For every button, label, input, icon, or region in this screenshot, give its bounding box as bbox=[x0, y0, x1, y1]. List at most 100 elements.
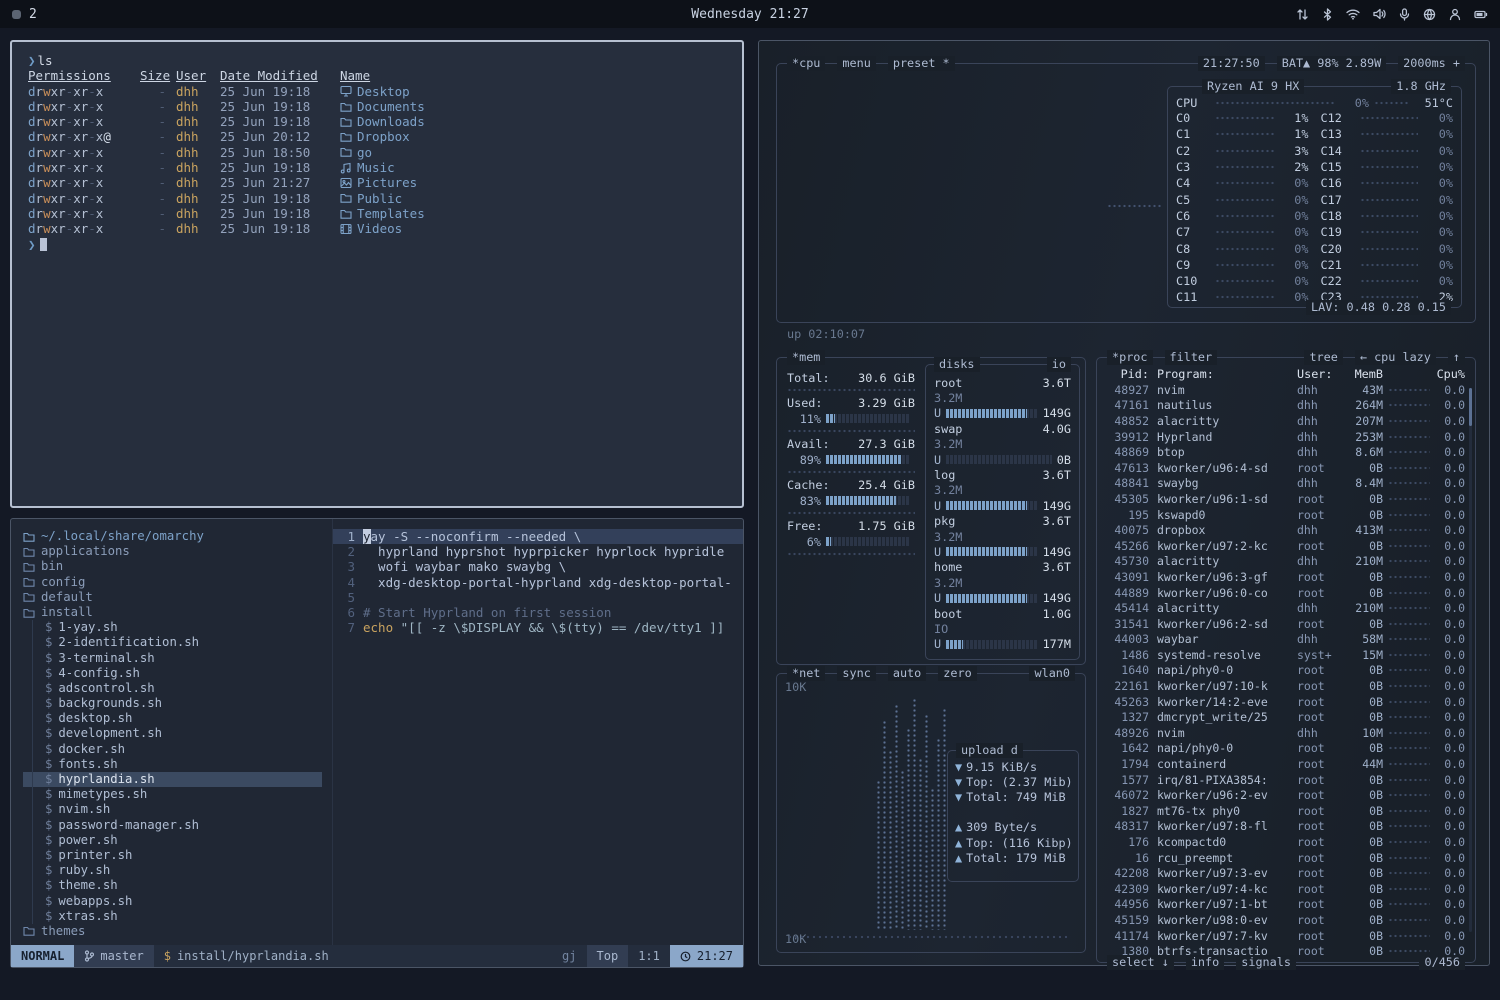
cpu-status-chip[interactable]: 21:27:50 bbox=[1198, 56, 1265, 71]
process-row[interactable]: 195kswapd0 root0B 0.0 bbox=[1105, 507, 1465, 523]
process-row[interactable]: 176kcompactd0 root0B 0.0 bbox=[1105, 834, 1465, 850]
proc-chip[interactable]: filter bbox=[1165, 350, 1218, 365]
process-row[interactable]: 1642napi/phy0-0 root0B 0.0 bbox=[1105, 741, 1465, 757]
tree-folder[interactable]: themes bbox=[23, 924, 332, 939]
process-header-row[interactable]: Pid: Program: User: MemB Cpu% bbox=[1105, 366, 1465, 382]
ls-name[interactable]: Templates bbox=[340, 206, 726, 221]
process-row[interactable]: 1794containerd root44M 0.0 bbox=[1105, 756, 1465, 772]
btop-window[interactable]: *cpu menu preset * 21:27:50 BAT▲ 98% 2.89W 2… bbox=[758, 40, 1490, 966]
process-row[interactable]: 48869btop dhh8.6M 0.0 bbox=[1105, 444, 1465, 460]
tree-file[interactable]: $4-config.sh bbox=[23, 666, 332, 681]
code-buffer[interactable]: 1 yay -S --noconfirm --needed \ 2 hyprla… bbox=[333, 519, 743, 945]
volume-icon[interactable] bbox=[1373, 8, 1386, 20]
tree-folder[interactable]: install bbox=[23, 605, 332, 620]
process-row[interactable]: 47613kworker/u96:4-sd root0B 0.0 bbox=[1105, 460, 1465, 476]
ls-name[interactable]: Public bbox=[340, 191, 726, 206]
process-row[interactable]: 42309kworker/u97:4-kc root0B 0.0 bbox=[1105, 881, 1465, 897]
box-label[interactable]: preset * bbox=[888, 56, 955, 71]
process-row[interactable]: 48317kworker/u97:8-fl root0B 0.0 bbox=[1105, 819, 1465, 835]
tree-root[interactable]: ~/.local/share/omarchy bbox=[23, 529, 332, 544]
net-button[interactable]: auto bbox=[888, 666, 926, 681]
process-row[interactable]: 45263kworker/14:2-eve root0B 0.0 bbox=[1105, 694, 1465, 710]
process-row[interactable]: 45159kworker/u98:0-ev root0B 0.0 bbox=[1105, 912, 1465, 928]
proc-chip[interactable]: ← cpu lazy bbox=[1355, 350, 1436, 365]
process-row[interactable]: 1640napi/phy0-0 root0B 0.0 bbox=[1105, 663, 1465, 679]
tree-file[interactable]: $webapps.sh bbox=[23, 894, 332, 909]
tree-file[interactable]: $adscontrol.sh bbox=[23, 681, 332, 696]
process-row[interactable]: 16rcu_preempt root0B 0.0 bbox=[1105, 850, 1465, 866]
tree-file[interactable]: $mimetypes.sh bbox=[23, 787, 332, 802]
ls-name[interactable]: go bbox=[340, 145, 726, 160]
process-row[interactable]: 40075dropbox dhh413M 0.0 bbox=[1105, 522, 1465, 538]
process-row[interactable]: 1327dmcrypt_write/25 root0B 0.0 bbox=[1105, 709, 1465, 725]
proc-chip[interactable]: tree bbox=[1304, 350, 1342, 365]
process-row[interactable]: 46072kworker/u96:2-ev root0B 0.0 bbox=[1105, 787, 1465, 803]
proc-chip[interactable]: *proc bbox=[1107, 350, 1153, 365]
code-line[interactable]: 3 wofi waybar mako swaybg \ bbox=[333, 559, 743, 574]
tree-file[interactable]: $docker.sh bbox=[23, 742, 332, 757]
ls-name[interactable]: Music bbox=[340, 160, 726, 175]
user-icon[interactable] bbox=[1449, 8, 1461, 21]
process-row[interactable]: 43091kworker/u96:3-gf root0B 0.0 bbox=[1105, 569, 1465, 585]
code-line[interactable]: 1 yay -S --noconfirm --needed \ bbox=[333, 529, 743, 544]
process-row[interactable]: 47161nautilus dhh264M 0.0 bbox=[1105, 398, 1465, 414]
tree-file[interactable]: $1-yay.sh bbox=[23, 620, 332, 635]
memory-title[interactable]: *mem bbox=[787, 350, 825, 365]
code-line[interactable]: 2 hyprland hyprshot hyprpicker hyprlock … bbox=[333, 544, 743, 559]
tree-file[interactable]: $password-manager.sh bbox=[23, 818, 332, 833]
tree-file[interactable]: $3-terminal.sh bbox=[23, 651, 332, 666]
tree-folder[interactable]: applications bbox=[23, 544, 332, 559]
process-row[interactable]: 31541kworker/u96:2-sd root0B 0.0 bbox=[1105, 616, 1465, 632]
code-line[interactable]: 7 echo "[[ -z \$DISPLAY && \$(tty) == /d… bbox=[333, 620, 743, 635]
disks-io-toggle[interactable]: io bbox=[1047, 357, 1071, 372]
process-row[interactable]: 48926nvim dhh10M 0.0 bbox=[1105, 725, 1465, 741]
process-row[interactable]: 45730alacritty dhh210M 0.0 bbox=[1105, 554, 1465, 570]
editor-window-nvim[interactable]: ~/.local/share/omarchyapplicationsbincon… bbox=[10, 518, 744, 968]
tree-file-selected[interactable]: $hyprlandia.sh bbox=[23, 772, 322, 787]
cpu-status-chip[interactable]: BAT▲ 98% 2.89W bbox=[1277, 56, 1386, 71]
tree-folder[interactable]: default bbox=[23, 590, 332, 605]
process-row[interactable]: 44003waybar dhh58M 0.0 bbox=[1105, 632, 1465, 648]
tree-file[interactable]: $backgrounds.sh bbox=[23, 696, 332, 711]
process-row[interactable]: 1827mt76-tx phy0 root0B 0.0 bbox=[1105, 803, 1465, 819]
ls-name[interactable]: Videos bbox=[340, 221, 726, 236]
proc-chip[interactable]: ↑ bbox=[1448, 350, 1465, 365]
code-line[interactable]: 4 xdg-desktop-portal-hyprland xdg-deskto… bbox=[333, 575, 743, 590]
process-row[interactable]: 48852alacritty dhh207M 0.0 bbox=[1105, 413, 1465, 429]
process-row[interactable]: 1577irq/81-PIXA3854: root0B 0.0 bbox=[1105, 772, 1465, 788]
process-row[interactable]: 39912Hyprland dhh253M 0.0 bbox=[1105, 429, 1465, 445]
code-line[interactable]: 6 # Start Hyprland on first session bbox=[333, 605, 743, 620]
process-row[interactable]: 44889kworker/u96:0-co root0B 0.0 bbox=[1105, 585, 1465, 601]
net-button[interactable]: zero bbox=[938, 666, 976, 681]
process-row[interactable]: 42208kworker/u97:3-ev root0B 0.0 bbox=[1105, 865, 1465, 881]
transfer-arrows-icon[interactable] bbox=[1296, 8, 1309, 21]
process-row[interactable]: 1486systemd-resolve syst+15M 0.0 bbox=[1105, 647, 1465, 663]
tree-file[interactable]: $theme.sh bbox=[23, 878, 332, 893]
tree-file[interactable]: $nvim.sh bbox=[23, 802, 332, 817]
process-scrollbar[interactable] bbox=[1469, 388, 1472, 932]
bluetooth-icon[interactable] bbox=[1322, 8, 1333, 21]
process-row[interactable]: 44956kworker/u97:1-bt root0B 0.0 bbox=[1105, 897, 1465, 913]
ls-name[interactable]: Downloads bbox=[340, 114, 726, 129]
proc-footer-chip[interactable]: info bbox=[1186, 955, 1224, 970]
proc-footer-chip[interactable]: select ↓ bbox=[1107, 955, 1174, 970]
disks-title[interactable]: disks bbox=[934, 357, 980, 372]
ls-name[interactable]: Dropbox bbox=[340, 129, 726, 144]
tree-file[interactable]: $printer.sh bbox=[23, 848, 332, 863]
tree-file[interactable]: $2-identification.sh bbox=[23, 635, 332, 650]
terminal-window-ls[interactable]: ❯ ls PermissionsSizeUserDate ModifiedNam… bbox=[10, 40, 744, 508]
ls-name[interactable]: Pictures bbox=[340, 175, 726, 190]
box-label[interactable]: menu bbox=[837, 56, 875, 71]
tree-file[interactable]: $power.sh bbox=[23, 833, 332, 848]
ls-name[interactable]: Desktop bbox=[340, 84, 726, 99]
proc-footer-chip[interactable]: signals bbox=[1236, 955, 1296, 970]
wifi-icon[interactable] bbox=[1346, 8, 1360, 20]
tree-folder[interactable]: bin bbox=[23, 559, 332, 574]
box-label[interactable]: *cpu bbox=[787, 56, 825, 71]
process-row[interactable]: 45305kworker/u96:1-sd root0B 0.0 bbox=[1105, 491, 1465, 507]
process-row[interactable]: 22161kworker/u97:10-k root0B 0.0 bbox=[1105, 678, 1465, 694]
process-row[interactable]: 45266kworker/u97:2-kc root0B 0.0 bbox=[1105, 538, 1465, 554]
tree-file[interactable]: $fonts.sh bbox=[23, 757, 332, 772]
ls-name[interactable]: Documents bbox=[340, 99, 726, 114]
git-branch-segment[interactable]: master bbox=[74, 945, 153, 967]
